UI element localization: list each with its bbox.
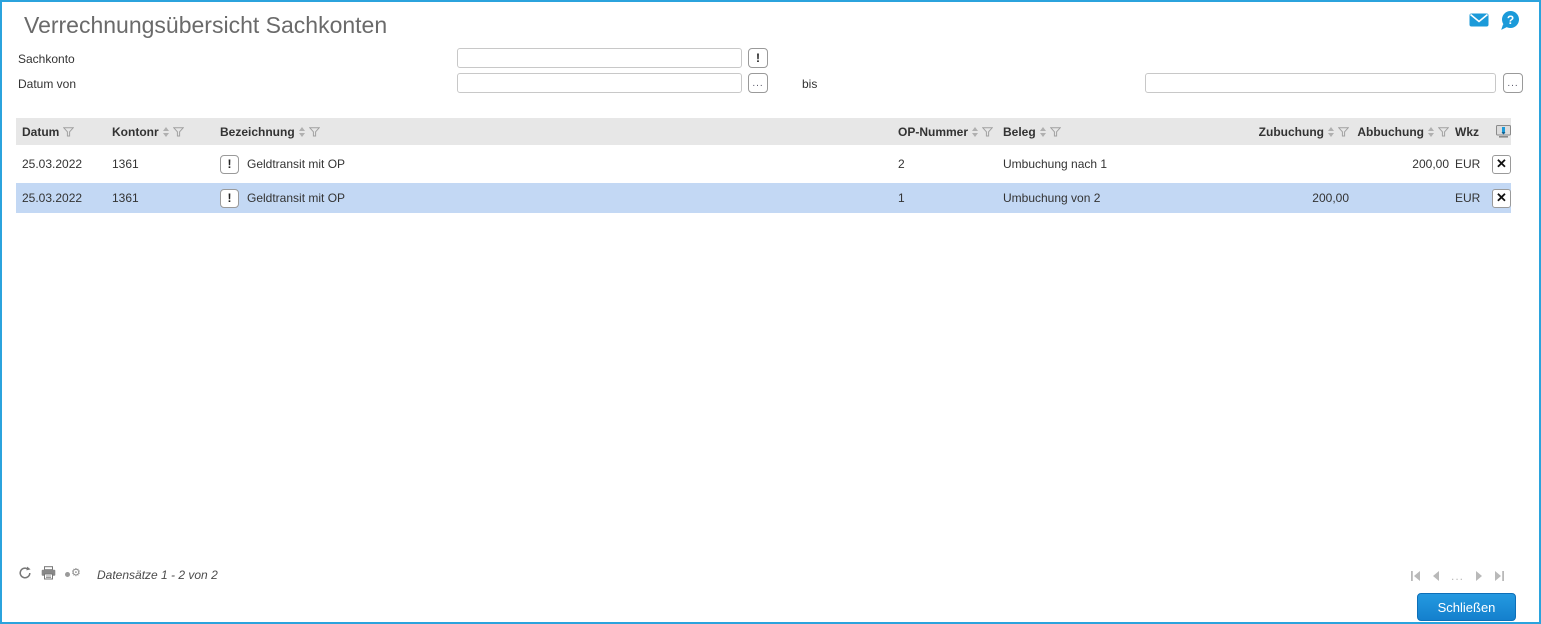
row-close-button[interactable]: ✕ [1492, 154, 1511, 174]
record-count-label: Datensätze 1 - 2 von 2 [97, 568, 218, 582]
cell-abbuchung: 200,00 [1412, 157, 1449, 171]
filter-icon[interactable] [1049, 126, 1061, 137]
refresh-icon[interactable] [18, 566, 32, 580]
cell-beleg: Umbuchung nach 1 [1003, 157, 1108, 171]
cell-action: ✕ [1489, 154, 1511, 174]
sort-icon[interactable] [298, 126, 305, 137]
footer-toolbar: ⚙ [18, 566, 81, 580]
sort-icon[interactable] [162, 126, 169, 137]
table-row[interactable]: 25.03.2022 1361 ! Geldtransit mit OP 1 U… [16, 183, 1511, 213]
cell-datum: 25.03.2022 [22, 157, 83, 171]
datum-bis-input[interactable] [1145, 73, 1496, 93]
cell-bezeichnung: ! Geldtransit mit OP [220, 188, 898, 208]
datum-bis-browse-button[interactable]: ... [1503, 73, 1523, 93]
sachkonto-exclamation-button[interactable]: ! [748, 48, 768, 68]
filter-icon[interactable] [1338, 126, 1349, 137]
mail-icon[interactable] [1469, 13, 1489, 27]
row-exclamation-button[interactable]: ! [220, 154, 239, 174]
column-settings-cell [1489, 125, 1511, 138]
filter-icon[interactable] [63, 126, 75, 137]
settings-icon[interactable]: ⚙ [65, 566, 81, 579]
table-row[interactable]: 25.03.2022 1361 ! Geldtransit mit OP 2 U… [16, 149, 1511, 179]
dot-icon [65, 571, 70, 577]
cell-op-nummer: 1 [898, 191, 905, 205]
bezeichnung-text: Geldtransit mit OP [247, 191, 346, 205]
clearing-overview-window: { "page": { "title": "Verrechnungsübersi… [0, 0, 1541, 624]
sort-icon[interactable] [1328, 126, 1334, 137]
filter-icon[interactable] [172, 126, 184, 137]
datum-von-browse-button[interactable]: ... [748, 73, 768, 93]
filter-icon[interactable] [308, 126, 320, 137]
first-page-icon[interactable] [1410, 571, 1421, 581]
cell-wkz: EUR [1455, 191, 1481, 205]
datum-von-label: Datum von [18, 77, 77, 91]
print-icon[interactable] [41, 566, 56, 580]
close-button[interactable]: Schließen [1417, 593, 1516, 621]
filter-icon[interactable] [1438, 126, 1449, 137]
cell-kontonr: 1361 [112, 157, 139, 171]
bis-label: bis [802, 77, 818, 91]
cell-beleg: Umbuchung von 2 [1003, 191, 1101, 205]
cell-wkz: EUR [1455, 157, 1481, 171]
sachkonto-input[interactable] [457, 48, 742, 68]
column-header-wkz[interactable]: Wkz [1449, 125, 1489, 139]
data-grid: Datum Kontonr Bezeichnung OP-Nummer Bele… [16, 118, 1511, 213]
sort-icon[interactable] [1039, 126, 1046, 137]
cell-op-nummer: 2 [898, 157, 905, 171]
row-exclamation-button[interactable]: ! [220, 188, 239, 208]
pagination: ... [1410, 569, 1505, 583]
column-header-beleg[interactable]: Beleg [1003, 125, 1249, 139]
window-toolbar: ? [1469, 11, 1519, 28]
filter-icon[interactable] [982, 126, 994, 137]
sort-icon[interactable] [972, 126, 979, 137]
sachkonto-label: Sachkonto [18, 52, 75, 66]
bezeichnung-text: Geldtransit mit OP [247, 157, 346, 171]
column-header-kontonr[interactable]: Kontonr [112, 125, 220, 139]
column-header-bezeichnung[interactable]: Bezeichnung [220, 125, 898, 139]
datum-von-input[interactable] [457, 73, 742, 93]
page-title: Verrechnungsübersicht Sachkonten [24, 12, 388, 38]
column-header-op-nummer[interactable]: OP-Nummer [898, 125, 1003, 139]
column-header-datum[interactable]: Datum [22, 125, 112, 139]
previous-page-icon[interactable] [1432, 571, 1440, 581]
row-close-button[interactable]: ✕ [1492, 188, 1511, 208]
column-header-zubuchung[interactable]: Zubuchung [1249, 125, 1349, 139]
column-settings-icon[interactable] [1496, 125, 1511, 138]
sort-icon[interactable] [1428, 126, 1434, 137]
next-page-icon[interactable] [1475, 571, 1483, 581]
column-header-abbuchung[interactable]: Abbuchung [1349, 125, 1449, 139]
cell-bezeichnung: ! Geldtransit mit OP [220, 154, 898, 174]
last-page-icon[interactable] [1494, 571, 1505, 581]
gear-icon: ⚙ [71, 566, 81, 579]
cell-kontonr: 1361 [112, 191, 139, 205]
page-ellipsis[interactable]: ... [1451, 569, 1464, 583]
cell-datum: 25.03.2022 [22, 191, 83, 205]
grid-header-row: Datum Kontonr Bezeichnung OP-Nummer Bele… [16, 118, 1511, 145]
help-icon[interactable]: ? [1502, 11, 1519, 28]
cell-zubuchung: 200,00 [1312, 191, 1349, 205]
cell-action: ✕ [1489, 188, 1511, 208]
